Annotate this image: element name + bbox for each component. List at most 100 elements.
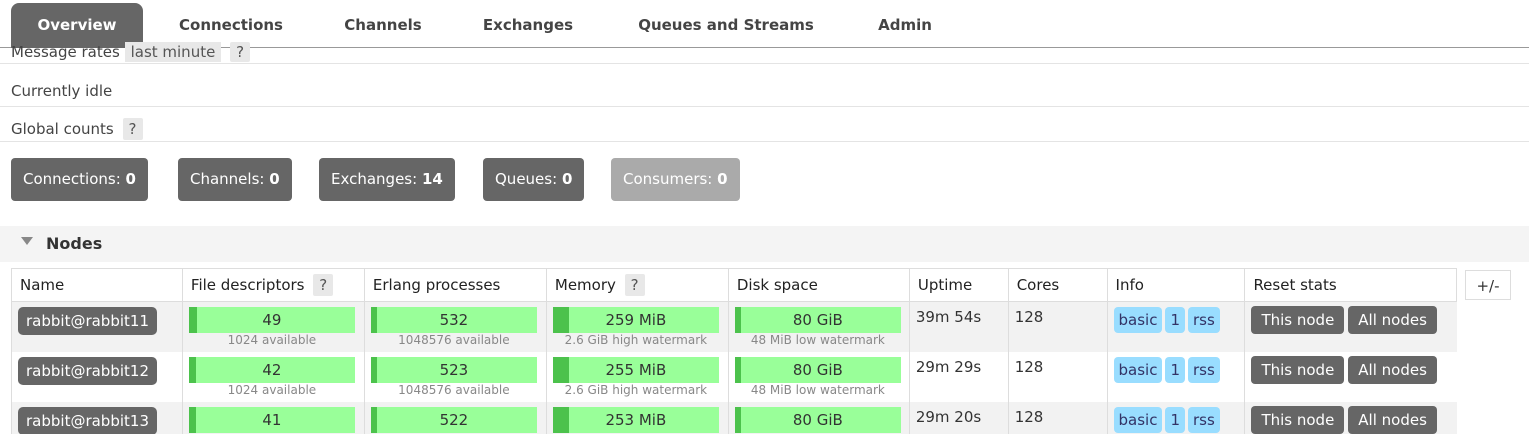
memory-cell: 259 MiB 2.6 GiB high watermark: [545, 301, 729, 352]
message-rates-help-button[interactable]: ?: [230, 42, 251, 62]
count-value: 0: [561, 170, 573, 188]
disk-space-bar: 80 GiB: [734, 356, 901, 383]
column-header-label: File descriptors: [190, 276, 305, 294]
idle-status-text: Currently idle: [11, 82, 113, 100]
cores-cell: 128: [1007, 401, 1108, 434]
memory-cell: 255 MiB 2.6 GiB high watermark: [545, 351, 729, 402]
erlang-processes-cell: 532 1048576 available: [363, 301, 547, 352]
connections-count-button[interactable]: Connections: 0: [11, 158, 148, 201]
info-badges: basic 1 rss: [1113, 356, 1223, 383]
global-counts-row: Global counts ?: [11, 118, 143, 140]
memory-value: 259 MiB: [605, 311, 667, 329]
node-name-cell: rabbit@rabbit11: [11, 301, 183, 352]
message-rates-label: Message rates: [11, 43, 120, 61]
count-value: 0: [717, 170, 728, 188]
info-rss-badge: rss: [1188, 406, 1220, 433]
message-rates-row: Message rates last minute ?: [11, 42, 251, 62]
memory-usage-fill: [552, 307, 569, 333]
exchanges-count-button[interactable]: Exchanges: 14: [319, 158, 455, 201]
disk-space-bar: 80 GiB: [734, 406, 901, 433]
erlang-processes-limit-text: 1048576 available: [398, 333, 510, 347]
reset-all-nodes-button[interactable]: All nodes: [1348, 405, 1437, 434]
table-row: rabbit@rabbit11 49 1024 available 532 104857…: [11, 301, 1457, 352]
disk-space-limit-text: 48 MiB low watermark: [750, 333, 885, 347]
file-descriptors-usage-fill: [188, 356, 196, 383]
file-descriptors-limit-text: 1024 available: [227, 382, 317, 397]
count-label: Exchanges:: [331, 170, 418, 188]
reset-stats-cell: This node All nodes: [1244, 301, 1457, 352]
disk-space-value: 80 GiB: [792, 360, 843, 379]
file-descriptors-bar: 42: [188, 356, 355, 383]
reset-this-node-button[interactable]: This node: [1251, 405, 1345, 434]
file-descriptors-help-button[interactable]: ?: [313, 274, 334, 296]
message-rates-period-select[interactable]: last minute: [124, 42, 222, 62]
global-counts-help-button[interactable]: ?: [122, 118, 143, 140]
file-descriptors-cell: 41: [181, 401, 365, 434]
disk-space-bar: 80 GiB: [734, 307, 901, 333]
tab-admin[interactable]: Admin: [862, 10, 948, 48]
count-label: Channels:: [190, 170, 265, 188]
memory-cell: 253 MiB: [545, 401, 729, 434]
erlang-processes-cell: 523 1048576 available: [363, 351, 547, 402]
node-name-link[interactable]: rabbit@rabbit13: [18, 406, 157, 434]
file-descriptors-cell: 49 1024 available: [181, 301, 365, 352]
disk-space-cell: 80 GiB: [727, 401, 910, 434]
uptime-cell: 29m 29s: [908, 351, 1009, 402]
column-header-uptime[interactable]: Uptime: [908, 268, 1009, 302]
info-basic-badge: basic: [1113, 307, 1163, 333]
channels-count-button[interactable]: Channels: 0: [178, 158, 292, 201]
queues-count-button[interactable]: Queues: 0: [483, 158, 585, 201]
table-header-row: Name File descriptors ? Erlang processes…: [11, 268, 1457, 302]
global-counts-label: Global counts: [11, 120, 114, 138]
column-header-memory[interactable]: Memory ?: [545, 268, 729, 302]
file-descriptors-usage-fill: [188, 307, 197, 333]
nodes-section-title: Nodes: [46, 234, 103, 253]
collapse-triangle-icon: [21, 237, 33, 245]
reset-this-node-button[interactable]: This node: [1251, 306, 1345, 334]
node-name-link[interactable]: rabbit@rabbit11: [18, 307, 157, 335]
column-header-erlang-processes[interactable]: Erlang processes: [363, 268, 547, 302]
memory-help-button[interactable]: ?: [624, 274, 645, 296]
column-header-cores[interactable]: Cores: [1007, 268, 1108, 302]
disk-space-usage-fill: [734, 406, 741, 433]
disk-space-usage-fill: [734, 356, 741, 383]
nodes-table: Name File descriptors ? Erlang processes…: [11, 268, 1457, 434]
info-count-badge: 1: [1165, 356, 1186, 383]
count-value: 0: [269, 170, 280, 188]
erlang-processes-cell: 522: [363, 401, 547, 434]
count-label: Queues:: [495, 170, 558, 188]
file-descriptors-limit-text: 1024 available: [227, 333, 317, 347]
reset-all-nodes-button[interactable]: All nodes: [1348, 355, 1437, 384]
reset-this-node-button[interactable]: This node: [1251, 355, 1345, 384]
reset-all-nodes-button[interactable]: All nodes: [1348, 306, 1437, 334]
erlang-processes-value: 532: [439, 311, 469, 329]
consumers-count-button[interactable]: Consumers: 0: [611, 158, 740, 201]
tab-queues-and-streams[interactable]: Queues and Streams: [620, 10, 832, 48]
column-header-name[interactable]: Name: [11, 268, 183, 302]
memory-usage-fill: [552, 356, 569, 383]
file-descriptors-bar: 41: [188, 406, 355, 433]
count-label: Consumers:: [623, 170, 713, 188]
column-toggle-button[interactable]: +/-: [1465, 270, 1511, 300]
column-header-disk-space[interactable]: Disk space: [727, 268, 910, 302]
erlang-processes-bar: 523: [370, 356, 537, 383]
column-header-file-descriptors[interactable]: File descriptors ?: [181, 268, 365, 302]
disk-space-value: 80 GiB: [792, 311, 843, 329]
node-name-link[interactable]: rabbit@rabbit12: [18, 356, 157, 385]
reset-stats-cell: This node All nodes: [1244, 351, 1457, 402]
erlang-processes-limit-text: 1048576 available: [398, 382, 510, 397]
column-header-info[interactable]: Info: [1106, 268, 1246, 302]
file-descriptors-value: 49: [262, 311, 282, 329]
count-value: 14: [421, 170, 443, 188]
cores-cell: 128: [1007, 351, 1108, 402]
node-name-cell: rabbit@rabbit13: [11, 401, 183, 434]
node-name-cell: rabbit@rabbit12: [11, 351, 183, 402]
nodes-section-toggle[interactable]: Nodes: [0, 226, 1529, 262]
file-descriptors-bar: 49: [188, 307, 355, 333]
divider: [0, 141, 1529, 142]
info-count-badge: 1: [1165, 307, 1186, 333]
column-header-reset-stats[interactable]: Reset stats: [1244, 268, 1457, 302]
info-cell: basic 1 rss: [1106, 351, 1245, 402]
tab-exchanges[interactable]: Exchanges: [468, 10, 588, 48]
tab-channels[interactable]: Channels: [325, 10, 441, 48]
